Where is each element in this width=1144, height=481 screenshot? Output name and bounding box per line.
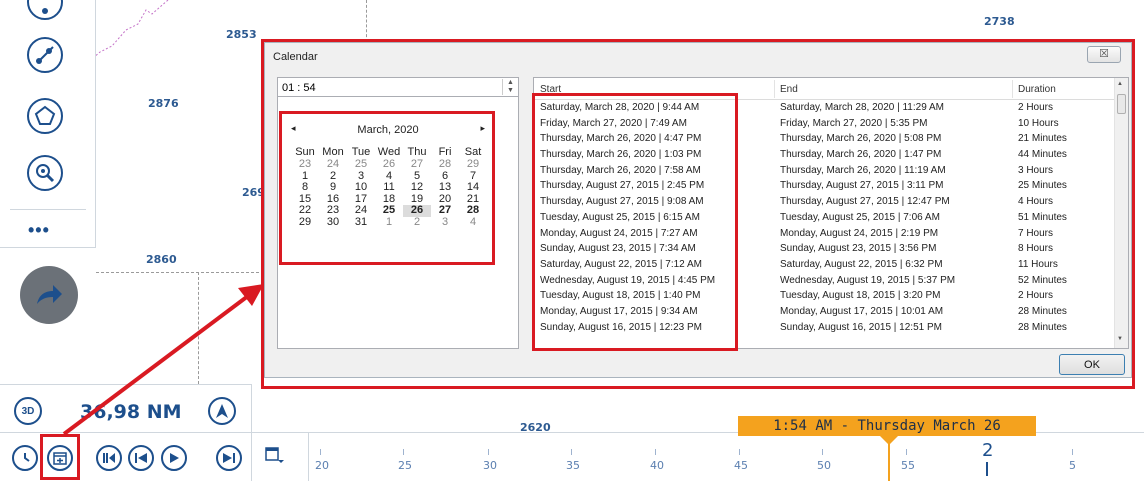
zoom-area-tool-button[interactable] xyxy=(27,155,63,191)
tick-label: 5 xyxy=(1069,459,1076,472)
zoom-icon xyxy=(36,164,55,183)
polygon-tool-button[interactable] xyxy=(27,98,63,134)
tick-label: 35 xyxy=(566,459,580,472)
next-button[interactable] xyxy=(216,445,242,471)
day-marker-line xyxy=(986,462,988,476)
tick-label: 45 xyxy=(734,459,748,472)
route-tool-button[interactable] xyxy=(27,0,63,20)
highlight-calendar-frame xyxy=(279,111,495,265)
measure-icon xyxy=(36,46,54,64)
depth-label: 2738 xyxy=(984,15,1015,28)
calendar-small-icon xyxy=(265,447,284,463)
depth-label: 2876 xyxy=(148,97,179,110)
depth-label: 2853 xyxy=(226,28,257,41)
play-button[interactable] xyxy=(161,445,187,471)
tick-label: 25 xyxy=(398,459,412,472)
previous-button[interactable] xyxy=(128,445,154,471)
highlight-start-column-frame xyxy=(532,93,738,351)
tick xyxy=(739,449,740,455)
3d-label: 3D xyxy=(21,405,35,417)
depth-label: 2860 xyxy=(146,253,177,266)
route-icon xyxy=(42,8,48,14)
3d-toggle-button[interactable]: 3D xyxy=(14,397,42,425)
clock-icon xyxy=(24,453,30,462)
timeline[interactable]: 20 25 30 35 40 45 50 55 5 xyxy=(252,432,1144,481)
skip-forward-icon xyxy=(223,453,235,463)
more-tools-button[interactable]: ••• xyxy=(28,220,50,241)
measure-tool-button[interactable] xyxy=(27,37,63,73)
rewind-start-icon xyxy=(103,453,115,463)
tick-label: 55 xyxy=(901,459,915,472)
timeline-axis xyxy=(308,433,309,481)
tool-panel: ••• xyxy=(0,0,96,248)
day-marker: 2 xyxy=(982,440,994,461)
rewind-start-button[interactable] xyxy=(96,445,122,471)
tick xyxy=(655,449,656,455)
time-cursor-handle[interactable] xyxy=(880,436,898,445)
current-time-banner: 1:54 AM - Thursday March 26 xyxy=(738,416,1036,436)
calendar-picker-button[interactable] xyxy=(264,445,284,465)
tick-label: 20 xyxy=(315,459,329,472)
tick-label: 30 xyxy=(483,459,497,472)
tick xyxy=(571,449,572,455)
tick xyxy=(403,449,404,455)
annotation-arrow xyxy=(62,284,264,436)
skip-back-icon xyxy=(135,453,147,463)
play-icon xyxy=(170,453,179,463)
tick xyxy=(488,449,489,455)
clock-button[interactable] xyxy=(12,445,38,471)
pentagon-icon xyxy=(34,105,56,125)
tick xyxy=(906,449,907,455)
tick xyxy=(822,449,823,455)
tick xyxy=(1072,449,1073,455)
tick xyxy=(320,449,321,455)
highlight-calendar-button-frame xyxy=(40,434,80,480)
tick-label: 40 xyxy=(650,459,664,472)
divider xyxy=(10,209,86,210)
grid-line xyxy=(366,0,367,42)
tick-label: 50 xyxy=(817,459,831,472)
